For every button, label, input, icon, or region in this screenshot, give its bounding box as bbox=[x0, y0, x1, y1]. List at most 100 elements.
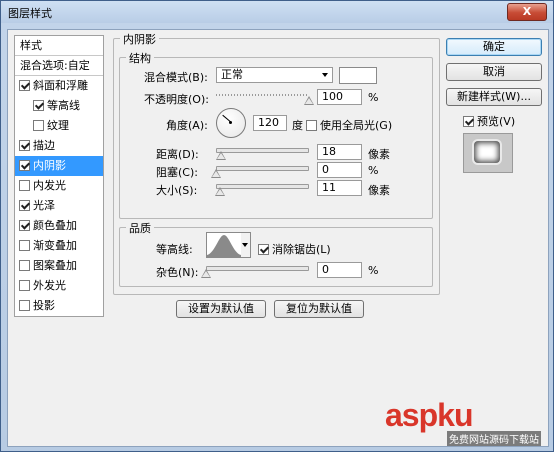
dialog-body: 样式 混合选项:自定 斜面和浮雕 等高线 纹理 描边 内阴影 内发光 光泽 颜色叠加 渐变叠加图… bbox=[7, 29, 549, 447]
angle-dial-center bbox=[229, 121, 232, 124]
style-item[interactable]: 光泽 bbox=[15, 196, 103, 216]
style-item[interactable]: 斜面和浮雕 bbox=[15, 76, 103, 96]
blend-mode-label: 混合模式(B): bbox=[144, 71, 208, 84]
antialias-label: 消除锯齿(L) bbox=[272, 243, 331, 256]
style-item-label: 外发光 bbox=[33, 279, 66, 292]
style-item[interactable]: 内阴影 bbox=[15, 156, 103, 176]
opacity-label: 不透明度(O): bbox=[144, 93, 209, 106]
quality-group: 品质 等高线: 消除锯齿(L) 杂色(N): 0 % bbox=[119, 220, 433, 287]
style-item-checkbox[interactable] bbox=[19, 239, 30, 251]
angle-input[interactable]: 120 bbox=[253, 115, 287, 131]
style-item-checkbox[interactable] bbox=[19, 299, 30, 311]
style-item[interactable]: 渐变叠加 bbox=[15, 236, 103, 256]
angle-unit: 度 bbox=[292, 119, 303, 132]
style-item[interactable]: 投影 bbox=[15, 296, 103, 316]
angle-label: 角度(A): bbox=[166, 119, 208, 132]
noise-label: 杂色(N): bbox=[156, 266, 199, 279]
preview-checkbox[interactable] bbox=[463, 115, 474, 127]
style-item[interactable]: 等高线 bbox=[15, 96, 103, 116]
new-style-button[interactable]: 新建样式(W)... bbox=[446, 88, 542, 106]
size-slider-thumb[interactable] bbox=[214, 187, 225, 196]
ok-button[interactable]: 确定 bbox=[446, 38, 542, 56]
style-item-checkbox[interactable] bbox=[19, 199, 30, 211]
style-item-checkbox[interactable] bbox=[33, 119, 44, 131]
styles-header[interactable]: 样式 bbox=[15, 36, 103, 56]
contour-picker[interactable] bbox=[206, 232, 242, 258]
angle-dial[interactable] bbox=[216, 108, 246, 138]
style-preview-thumbnail bbox=[463, 133, 513, 173]
contour-label: 等高线: bbox=[156, 243, 193, 256]
blending-options-item[interactable]: 混合选项:自定 bbox=[15, 56, 103, 76]
structure-group: 结构 混合模式(B): 正常 不透明度(O): 100 % 角度(A): 120 bbox=[119, 50, 433, 219]
style-item-checkbox[interactable] bbox=[19, 139, 30, 151]
opacity-slider-thumb[interactable] bbox=[304, 96, 314, 105]
noise-slider-track bbox=[206, 266, 309, 271]
distance-slider-track bbox=[216, 148, 309, 153]
size-unit: 像素 bbox=[368, 184, 390, 197]
style-item-checkbox[interactable] bbox=[19, 219, 30, 231]
style-item[interactable]: 内发光 bbox=[15, 176, 103, 196]
global-light-label: 使用全局光(G) bbox=[320, 119, 393, 132]
reset-default-button[interactable]: 复位为默认值 bbox=[274, 300, 364, 318]
style-item-label: 等高线 bbox=[47, 99, 80, 112]
size-label: 大小(S): bbox=[156, 184, 198, 197]
choke-input[interactable]: 0 bbox=[317, 162, 362, 178]
preview-checkbox-wrap[interactable]: 预览(V) bbox=[463, 113, 515, 129]
distance-unit: 像素 bbox=[368, 148, 390, 161]
distance-input[interactable]: 18 bbox=[317, 144, 362, 160]
contour-dropdown-button[interactable] bbox=[241, 232, 251, 258]
style-item-label: 斜面和浮雕 bbox=[33, 79, 88, 92]
style-item-label: 内阴影 bbox=[33, 159, 66, 172]
style-item[interactable]: 纹理 bbox=[15, 116, 103, 136]
chevron-down-icon bbox=[322, 73, 328, 77]
opacity-input[interactable]: 100 bbox=[317, 89, 362, 105]
antialias-checkbox-wrap[interactable]: 消除锯齿(L) bbox=[258, 241, 331, 257]
title-bar[interactable]: 图层样式 X bbox=[1, 1, 553, 23]
style-item-label: 纹理 bbox=[47, 119, 69, 132]
noise-input[interactable]: 0 bbox=[317, 262, 362, 278]
style-item[interactable]: 描边 bbox=[15, 136, 103, 156]
choke-slider-thumb[interactable] bbox=[211, 169, 221, 178]
style-item-checkbox[interactable] bbox=[19, 279, 30, 291]
style-item-checkbox[interactable] bbox=[19, 159, 30, 171]
watermark-caption: 免费网站源码下载站 bbox=[447, 431, 541, 446]
style-item-label: 投影 bbox=[33, 299, 55, 312]
close-button[interactable]: X bbox=[507, 3, 547, 21]
style-item[interactable]: 图案叠加 bbox=[15, 256, 103, 276]
chevron-down-icon bbox=[242, 243, 248, 247]
quality-title: 品质 bbox=[126, 220, 154, 236]
style-item-label: 颜色叠加 bbox=[33, 219, 77, 232]
style-item-label: 渐变叠加 bbox=[33, 239, 77, 252]
choke-unit: % bbox=[368, 164, 379, 177]
blend-mode-select[interactable]: 正常 bbox=[216, 67, 333, 83]
inner-shadow-group: 内阴影 结构 混合模式(B): 正常 不透明度(O): 100 % 角度(A): bbox=[113, 31, 440, 295]
inner-shadow-title: 内阴影 bbox=[120, 31, 159, 47]
style-item[interactable]: 外发光 bbox=[15, 276, 103, 296]
style-item-checkbox[interactable] bbox=[19, 179, 30, 191]
noise-slider-thumb[interactable] bbox=[201, 269, 211, 278]
window-title: 图层样式 bbox=[8, 7, 52, 20]
contour-curve-icon bbox=[207, 235, 241, 257]
global-light-checkbox[interactable] bbox=[306, 119, 317, 131]
size-input[interactable]: 11 bbox=[317, 180, 362, 196]
structure-title: 结构 bbox=[126, 50, 154, 66]
noise-unit: % bbox=[368, 264, 379, 277]
watermark-logo: aspku bbox=[385, 397, 473, 433]
distance-label: 距离(D): bbox=[156, 148, 199, 161]
style-item[interactable]: 颜色叠加 bbox=[15, 216, 103, 236]
set-default-button[interactable]: 设置为默认值 bbox=[176, 300, 266, 318]
distance-slider-thumb[interactable] bbox=[216, 151, 227, 160]
size-slider-track bbox=[216, 184, 309, 189]
global-light-checkbox-wrap[interactable]: 使用全局光(G) bbox=[306, 117, 392, 133]
styles-list: 样式 混合选项:自定 斜面和浮雕等高线纹理描边内阴影内发光光泽颜色叠加渐变叠加图… bbox=[14, 35, 104, 317]
antialias-checkbox[interactable] bbox=[258, 243, 269, 255]
style-item-checkbox[interactable] bbox=[33, 99, 44, 111]
cancel-button[interactable]: 取消 bbox=[446, 63, 542, 81]
shadow-color-swatch[interactable] bbox=[339, 67, 377, 84]
layer-style-dialog: 图层样式 X 样式 混合选项:自定 斜面和浮雕 等高线 纹理 描边 内阴影 内发光 光泽 颜色… bbox=[0, 0, 554, 452]
style-item-checkbox[interactable] bbox=[19, 79, 30, 91]
style-item-checkbox[interactable] bbox=[19, 259, 30, 271]
style-item-label: 内发光 bbox=[33, 179, 66, 192]
style-item-label: 图案叠加 bbox=[33, 259, 77, 272]
preview-label: 预览(V) bbox=[477, 115, 516, 128]
